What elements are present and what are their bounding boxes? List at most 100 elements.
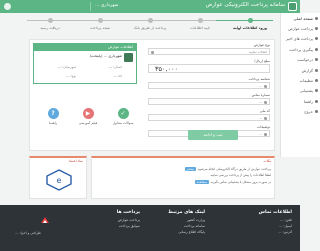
- amount-field[interactable]: ۳۵۰,۰۰۰: [148, 64, 270, 73]
- footer-heading: اطلاعات تماس: [258, 210, 292, 215]
- info-field: شهرستان: ...: [58, 65, 76, 69]
- footer-item: آدرس: ...: [278, 230, 292, 234]
- step-label: ورود اطلاعات اولیه: [232, 26, 268, 30]
- step-dot: [147, 18, 153, 23]
- toll-type-select[interactable]: انتخاب نمایید: [148, 48, 270, 55]
- enamad-seal-icon[interactable]: e: [44, 168, 74, 192]
- sidebar-item-label: خروج: [304, 109, 313, 115]
- note-item: لطفا اطلاعات را پیش از پرداخت بررسی نمای…: [209, 173, 271, 177]
- footer-heading: لینک های مرتبط: [168, 210, 205, 215]
- toll-info-panel: اطلاعات عوارض شهرداری ... (پایتخت) استان…: [33, 43, 137, 84]
- payment-icon: [315, 27, 318, 31]
- info-field: استان: ...: [109, 65, 122, 69]
- home-icon: [315, 16, 318, 20]
- support-icon: [315, 89, 318, 93]
- field-label: شناسه پرداخت: [248, 77, 270, 81]
- sidebar-item-help[interactable]: راهنما: [281, 96, 320, 106]
- info-row: نکات پرداخت عوارض از طریق درگاه الکترونی…: [29, 156, 275, 199]
- sidebar-item-payment[interactable]: پرداخت عوارض: [281, 23, 320, 33]
- submit-button[interactable]: ثبت و ادامه: [188, 130, 238, 140]
- trust-seal-panel: نماد اعتماد e: [29, 156, 87, 199]
- gear-icon: [315, 79, 318, 83]
- footer-link[interactable]: سوابق پرداخت: [117, 224, 140, 228]
- sidebar-item-tracking[interactable]: پیگیری پرداخت: [281, 44, 320, 54]
- step-label: دریافت رسید: [40, 26, 60, 30]
- notes-panel: نکات پرداخت عوارض از طریق درگاه الکترونی…: [91, 156, 275, 199]
- header-divider: [90, 2, 91, 11]
- field-label: توضیحات: [256, 125, 270, 129]
- sidebar-item-label: پشتیبانی: [299, 88, 313, 94]
- step-2: تایید اطلاعات: [175, 18, 225, 30]
- step-3: پرداخت از طریق بانک: [125, 18, 175, 30]
- svg-text:e: e: [57, 176, 62, 185]
- organization-name: شهرداری ...: [95, 3, 119, 8]
- amount-value: ۳۵۰,۰۰۰: [155, 65, 179, 73]
- sidebar-item-label: راهنما: [303, 98, 313, 104]
- step-label: پرداخت از طریق بانک: [133, 26, 167, 30]
- chevron-down-icon: [151, 50, 154, 54]
- step-dot: [197, 18, 203, 23]
- field-label: کد ملی: [259, 109, 270, 113]
- national-id-field[interactable]: ...: [148, 114, 270, 121]
- footer-heading: پرداخت ها: [116, 210, 140, 215]
- sidebar: صفحه اصلی پرداخت عوارض پرداخت های اخیر پ…: [280, 13, 320, 157]
- help-icon: ?: [47, 108, 59, 119]
- field-label: مبلغ (ریال): [254, 59, 270, 63]
- footer-link[interactable]: پایگاه اطلاع رسانی: [168, 230, 205, 234]
- step-dot: [247, 18, 253, 23]
- id-icon: [264, 84, 267, 88]
- brand-logo-icon: [41, 217, 49, 223]
- faq-action[interactable]: ✓ سوالات متداول: [110, 108, 136, 125]
- footer-item: ایمیل: ...: [279, 224, 292, 228]
- trust-seal-header: نماد اعتماد: [68, 159, 83, 163]
- logout-icon: [315, 110, 318, 114]
- step-4: نتیجه پرداخت: [75, 18, 125, 30]
- footer-contact: اطلاعات تماس تلفن: ... ایمیل: ... آدرس: …: [259, 210, 292, 236]
- sidebar-item-support[interactable]: پشتیبانی: [281, 86, 320, 96]
- view-chip[interactable]: مشاهده: [194, 179, 209, 184]
- more-chip[interactable]: بیشتر: [184, 166, 196, 171]
- help-action[interactable]: ? راهنما: [40, 108, 66, 125]
- footer-link[interactable]: پرداخت عوارض: [117, 218, 140, 222]
- field-label: نوع عوارض: [253, 43, 270, 47]
- sidebar-item-label: درخواست: [297, 57, 313, 63]
- user-avatar-icon[interactable]: [4, 3, 11, 10]
- sidebar-item-label: تنظیمات: [299, 78, 313, 84]
- top-header: سامانه پرداخت الکترونیکی عوارض شهرداری .…: [0, 0, 300, 13]
- app-title: سامانه پرداخت الکترونیکی عوارض: [205, 2, 285, 8]
- history-icon: [315, 37, 318, 41]
- phone-icon: [264, 100, 267, 104]
- app-logo: [288, 2, 297, 11]
- play-icon: ▶: [82, 108, 94, 119]
- note-item: پرداخت عوارض از طریق درگاه الکترونیکی ان…: [184, 166, 271, 171]
- sidebar-item-history[interactable]: پرداخت های اخیر: [281, 34, 320, 44]
- organization-logo-icon: [124, 53, 133, 62]
- footer-link[interactable]: وزارت کشور: [168, 218, 205, 222]
- step-5: دریافت رسید: [25, 18, 75, 30]
- report-icon: [315, 68, 318, 72]
- sidebar-item-home[interactable]: صفحه اصلی: [281, 13, 320, 23]
- phone-field[interactable]: ...: [148, 98, 270, 105]
- footer-payments: پرداخت ها پرداخت عوارض سوابق پرداخت: [117, 210, 140, 230]
- payment-card: نوع عوارض انتخاب نمایید مبلغ (ریال) ۳۵۰,…: [29, 39, 275, 151]
- action-label: سوالات متداول: [112, 121, 134, 125]
- info-field: کد: ...: [113, 74, 122, 78]
- sidebar-item-request[interactable]: درخواست: [281, 55, 320, 65]
- step-label: نتیجه پرداخت: [90, 26, 110, 30]
- help-icon: [315, 99, 318, 103]
- footer-link[interactable]: سامانه پرداخت: [168, 224, 205, 228]
- sidebar-item-settings[interactable]: تنظیمات: [281, 75, 320, 85]
- step-label: تایید اطلاعات: [190, 26, 210, 30]
- step-1: ورود اطلاعات اولیه: [225, 18, 275, 30]
- sidebar-item-report[interactable]: گزارش: [281, 65, 320, 75]
- footer-item: تلفن: ...: [280, 218, 292, 222]
- check-icon: ✓: [117, 108, 129, 119]
- payment-id-field[interactable]: ...: [148, 82, 270, 89]
- step-dot: [97, 18, 103, 23]
- user-icon: [264, 116, 267, 120]
- video-action[interactable]: ▶ فیلم آموزشی: [75, 108, 101, 125]
- footer-brand: طراحی و اجرا: ...: [6, 212, 50, 235]
- sidebar-item-label: پرداخت عوارض: [288, 26, 313, 32]
- sidebar-item-logout[interactable]: خروج: [281, 107, 320, 117]
- note-icon: [264, 132, 267, 136]
